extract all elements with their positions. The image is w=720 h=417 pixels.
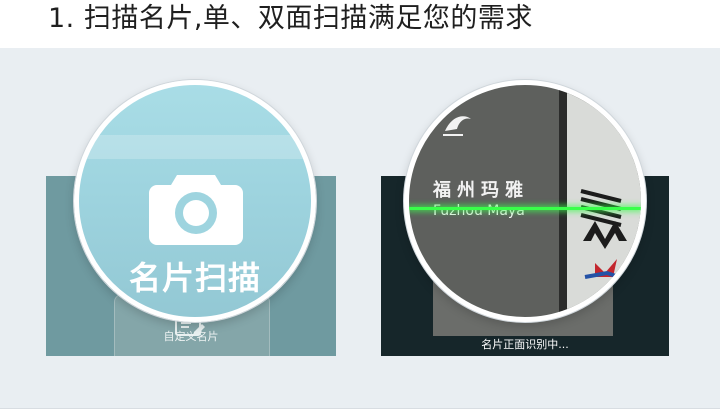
- brand-mark-icon: [580, 189, 627, 281]
- magnifier-scan-button: 名片扫描: [74, 80, 316, 322]
- recognition-status: 名片正面识别中...: [481, 338, 569, 351]
- section-heading: 1. 扫描名片,单、双面扫描满足您的需求: [48, 3, 533, 34]
- bottom-divider: [0, 408, 720, 409]
- card-text-block: 福州玛雅 Fuzhou Maya: [433, 181, 553, 221]
- page-header: 1. 扫描名片,单、双面扫描满足您的需求: [0, 0, 720, 48]
- card-company-en: Fuzhou Maya: [433, 203, 525, 219]
- sheen-band: [79, 135, 311, 159]
- custom-card-label: 自定义名片: [163, 330, 219, 343]
- card-company-cn: 福州玛雅: [433, 180, 529, 201]
- scan-line: [409, 207, 641, 210]
- company-logo-icon: [443, 116, 471, 136]
- card-scan-label: 名片扫描: [128, 259, 261, 297]
- camera-icon[interactable]: [147, 169, 245, 247]
- magnifier-card-scan: 福州玛雅 Fuzhou Maya: [404, 80, 646, 322]
